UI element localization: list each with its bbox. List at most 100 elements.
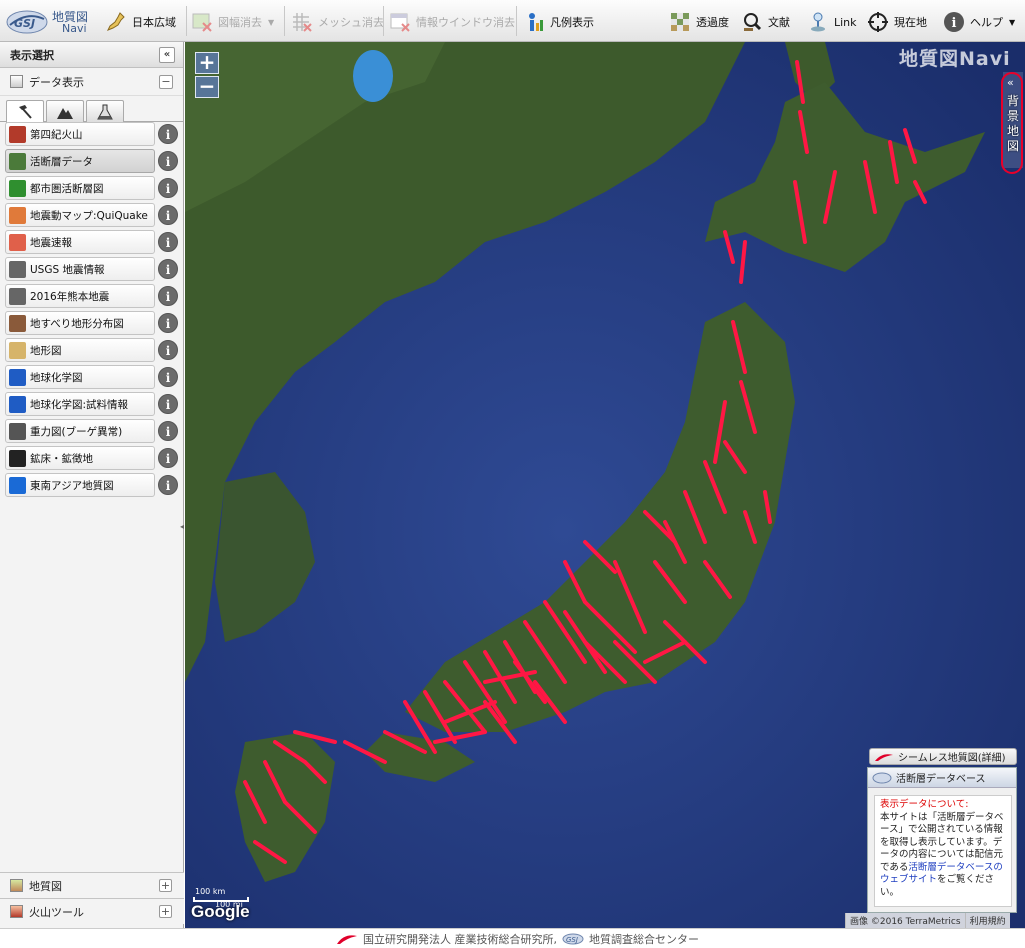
data-section-toggle[interactable]: − xyxy=(159,75,173,89)
quiquake-icon xyxy=(9,206,26,224)
panel-body-title: 表示データについて: xyxy=(880,799,969,810)
japan-map-icon xyxy=(104,10,128,34)
layer-info-icon[interactable]: i xyxy=(158,421,178,441)
geology-map-label: 地質図 xyxy=(29,879,62,893)
geology-map-toggle[interactable]: + xyxy=(159,879,172,892)
toolbar: GSJ 地質図 Navi 日本広域 図幅消去 ▼ メッシュ消去 情報ウインドウ消… xyxy=(0,0,1025,42)
japan-wide-button[interactable]: 日本広域 xyxy=(104,8,176,36)
footer-org: 国立研究開発法人 産業技術総合研究所, xyxy=(363,932,557,946)
legend-button[interactable]: 凡例表示 xyxy=(522,8,594,36)
help-button[interactable]: i ヘルプ ▼ xyxy=(942,8,1015,36)
seamless-geology-legend-button[interactable]: シームレス地質図(詳細) xyxy=(869,748,1017,765)
background-map-tab[interactable]: « 背景地図 xyxy=(1001,72,1023,174)
map-brand-watermark: 地質図Navi xyxy=(899,48,1011,70)
toolbar-divider xyxy=(284,6,285,36)
current-location-button[interactable]: 現在地 xyxy=(866,8,927,36)
toolbar-divider xyxy=(383,6,384,36)
tab-chemistry[interactable] xyxy=(86,100,124,122)
link-label: Link xyxy=(834,15,857,29)
geology-map-section[interactable]: 地質図 + xyxy=(0,872,184,898)
literature-button[interactable]: 文献 xyxy=(740,8,790,36)
globe-icon xyxy=(9,476,26,494)
layer-label: 東南アジア地質図 xyxy=(30,479,114,492)
layer-info-icon[interactable]: i xyxy=(158,313,178,333)
layer-button[interactable]: 地震動マップ:QuiQuake xyxy=(5,203,155,227)
layer-button[interactable]: 2016年熊本地震 xyxy=(5,284,155,308)
link-pin-icon xyxy=(806,10,830,34)
app-logo[interactable]: GSJ 地質図 Navi xyxy=(6,7,96,37)
zoom-in-button[interactable]: + xyxy=(195,52,219,74)
hammer-icon xyxy=(19,105,32,119)
layer-info-icon[interactable]: i xyxy=(158,475,178,495)
chevron-down-icon: ▼ xyxy=(268,17,275,27)
layer-info-icon[interactable]: i xyxy=(158,151,178,171)
layer-button[interactable]: 地すべり地形分布図 xyxy=(5,311,155,335)
layer-label: 地球化学図:試料情報 xyxy=(30,398,129,411)
data-section-header[interactable]: データ表示 − xyxy=(0,68,183,96)
map-view[interactable]: + − 地質図Navi « 背景地図 シームレス地質図(詳細) 活断層データベー… xyxy=(185,42,1025,928)
lake-khanka xyxy=(353,50,393,102)
flask-icon xyxy=(97,104,113,119)
layer-button[interactable]: 地球化学図:試料情報 xyxy=(5,392,155,416)
layer-label: USGS 地震情報 xyxy=(30,263,105,276)
volcano-icon xyxy=(9,125,26,143)
layer-info-icon[interactable]: i xyxy=(158,124,178,144)
google-logo: Google xyxy=(191,902,250,921)
volcano-tools-toggle[interactable]: + xyxy=(159,905,172,918)
mine-icon xyxy=(9,449,26,467)
layer-info-icon[interactable]: i xyxy=(158,178,178,198)
layer-label: 都市圏活断層図 xyxy=(30,182,104,195)
help-label: ヘルプ xyxy=(970,16,1003,29)
layer-button[interactable]: USGS 地震情報 xyxy=(5,257,155,281)
gsj-logo-icon: GSJ xyxy=(6,10,48,34)
layer-info-icon[interactable]: i xyxy=(158,259,178,279)
topo-icon xyxy=(9,341,26,359)
tab-faults[interactable] xyxy=(6,100,44,123)
layer-info-icon[interactable]: i xyxy=(158,205,178,225)
aist-swoosh-icon xyxy=(875,753,893,761)
layer-button[interactable]: 地球化学図 xyxy=(5,365,155,389)
legend-icon xyxy=(522,10,546,34)
clear-info-window-button[interactable]: 情報ウインドウ消去 xyxy=(388,8,515,36)
layer-button[interactable]: 地震速報 xyxy=(5,230,155,254)
layer-info-icon[interactable]: i xyxy=(158,448,178,468)
layer-button[interactable]: 活断層データ xyxy=(5,149,155,173)
magnifier-book-icon xyxy=(740,10,764,34)
usgs-icon xyxy=(9,260,26,278)
clear-mesh-button[interactable]: メッシュ消去 xyxy=(290,8,384,36)
toolbar-divider xyxy=(186,6,187,36)
opacity-button[interactable]: 透過度 xyxy=(668,8,729,36)
layer-label: 2016年熊本地震 xyxy=(30,290,110,303)
layer-button[interactable]: 都市圏活断層図 xyxy=(5,176,155,200)
layer-button[interactable]: 東南アジア地質図 xyxy=(5,473,155,497)
volcano-tools-section[interactable]: 火山ツール + xyxy=(0,898,184,924)
opacity-checker-icon xyxy=(668,10,692,34)
zoom-out-button[interactable]: − xyxy=(195,76,219,98)
link-button[interactable]: Link xyxy=(806,8,857,36)
sidebar-collapse-button[interactable]: « xyxy=(159,47,175,63)
layer-label: 地形図 xyxy=(30,344,62,357)
geochem-sample-icon xyxy=(9,395,26,413)
layer-info-icon[interactable]: i xyxy=(158,367,178,387)
active-fault-icon xyxy=(9,152,26,170)
data-section-label: データ表示 xyxy=(29,75,84,89)
mountain-icon xyxy=(57,107,73,119)
chevron-down-icon: ▼ xyxy=(1009,17,1016,27)
volcano-tools-label: 火山ツール xyxy=(29,905,84,919)
layer-button[interactable]: 地形図 xyxy=(5,338,155,362)
clear-outline-button[interactable]: 図幅消去 ▼ xyxy=(190,8,274,36)
layer-info-icon[interactable]: i xyxy=(158,232,178,252)
app-window: GSJ 地質図 Navi 日本広域 図幅消去 ▼ メッシュ消去 情報ウインドウ消… xyxy=(0,0,1025,948)
layer-button[interactable]: 第四紀火山 xyxy=(5,122,155,146)
layer-button[interactable]: 重力図(ブーゲ異常) xyxy=(5,419,155,443)
layer-button[interactable]: 鉱床・鉱徴地 xyxy=(5,446,155,470)
terms-link[interactable]: 利用規約 xyxy=(964,913,1010,928)
layer-info-icon[interactable]: i xyxy=(158,340,178,360)
aist-logo-icon xyxy=(337,934,357,944)
footer-center: 地質調査総合センター xyxy=(589,932,699,946)
volcano-tools-icon xyxy=(10,905,23,918)
gsj-footer-text: GSJ xyxy=(566,936,578,944)
layer-info-icon[interactable]: i xyxy=(158,286,178,306)
tab-mountains[interactable] xyxy=(46,100,84,122)
layer-info-icon[interactable]: i xyxy=(158,394,178,414)
